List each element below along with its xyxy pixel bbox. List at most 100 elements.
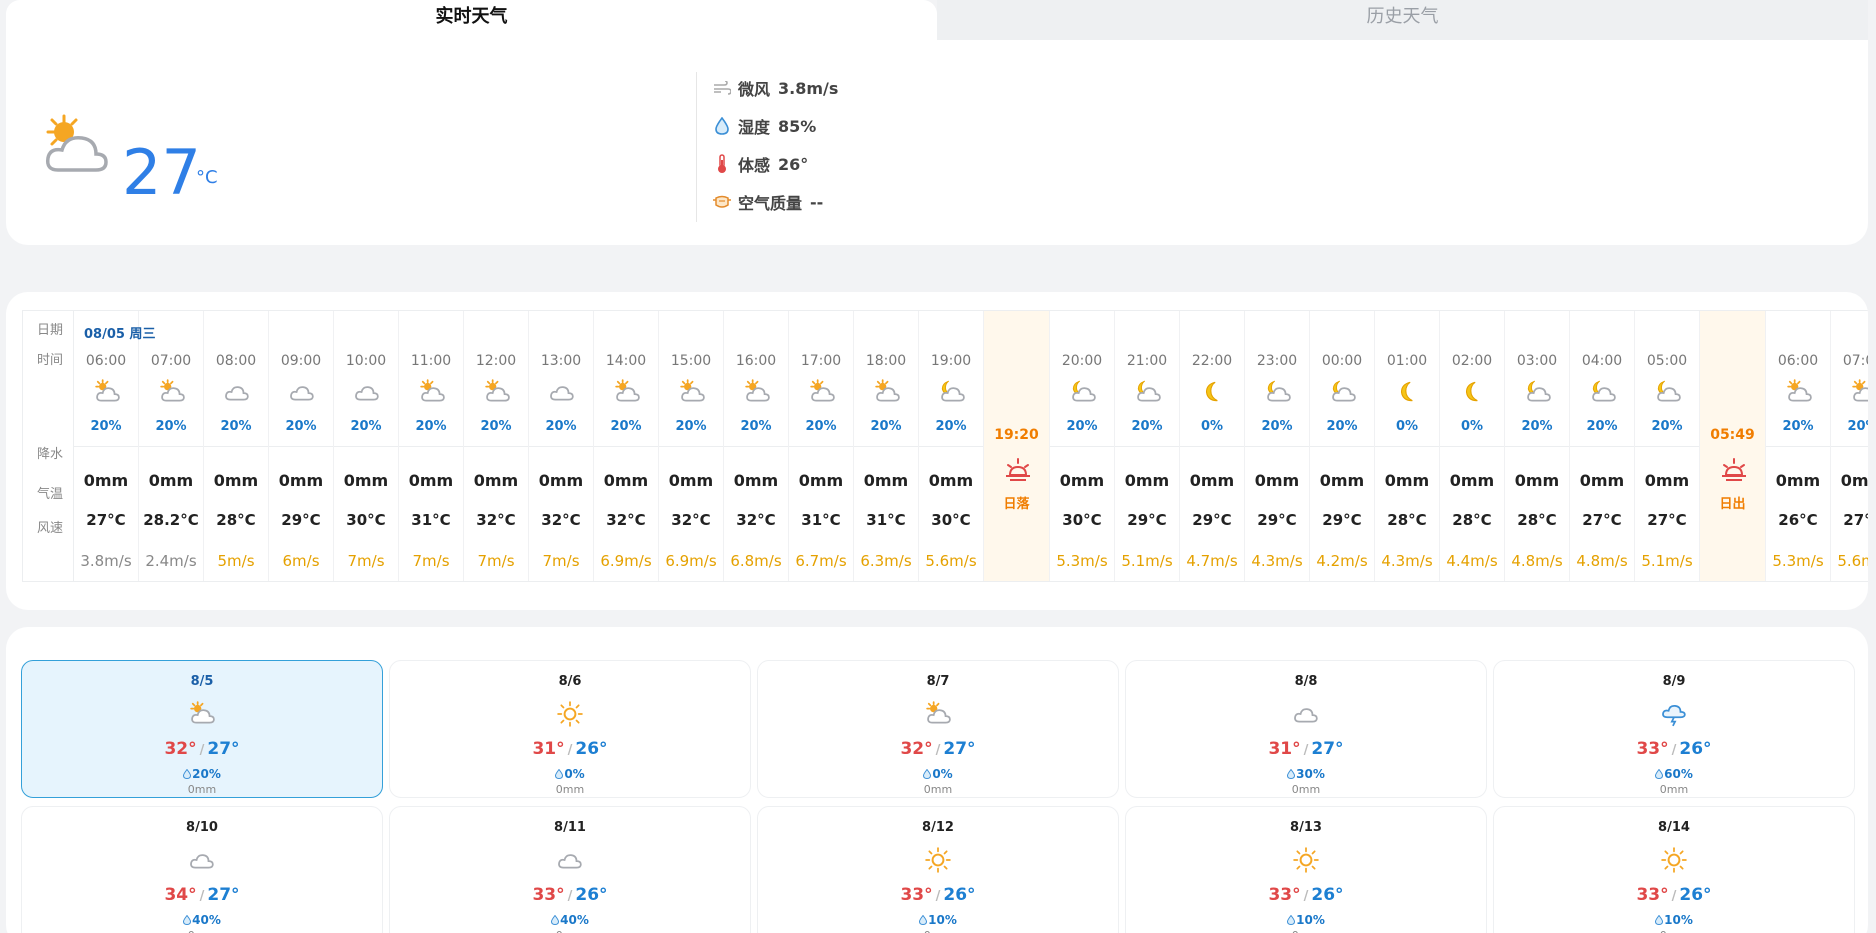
row-divider xyxy=(1766,446,1830,447)
day-precip-probability: 40% xyxy=(390,913,750,927)
metric-feels-like: 体感 26° xyxy=(712,152,808,176)
day-temp-range: 32°/27° xyxy=(758,739,1118,759)
precipitation: 0mm xyxy=(1319,471,1365,490)
partly-cloudy-day-icon xyxy=(1851,379,1868,403)
rain-drop-icon xyxy=(1655,914,1664,926)
hour-time: 17:00 xyxy=(800,353,842,369)
temperature: 31°C xyxy=(866,511,906,529)
day-pop-value: 40% xyxy=(560,913,589,927)
temperature: 28°C xyxy=(216,511,256,529)
partly-cloudy-day-icon xyxy=(189,701,217,727)
rain-drop-icon xyxy=(923,768,932,780)
clear-night-icon xyxy=(1395,379,1421,403)
row-divider xyxy=(464,446,528,447)
precip-probability: 20% xyxy=(155,419,187,434)
day-temp-range: 34°/27° xyxy=(22,885,382,905)
hour-column: 23:00 20% 0mm 29°C 4.3m/s xyxy=(1245,311,1310,581)
precipitation: 0mm xyxy=(668,471,714,490)
partly-cloudy-night-icon xyxy=(1590,379,1616,403)
slash: / xyxy=(1303,743,1309,758)
precip-probability: 20% xyxy=(1131,419,1163,434)
hour-column: 22:00 0% 0mm 29°C 4.7m/s xyxy=(1180,311,1245,581)
partly-cloudy-day-icon xyxy=(484,379,510,403)
precipitation: 0mm xyxy=(1644,471,1690,490)
precip-probability: 20% xyxy=(675,419,707,434)
wind-speed: 4.2m/s xyxy=(1316,552,1368,570)
row-label-date: 日期 xyxy=(37,323,64,338)
wind-speed: 6.9m/s xyxy=(600,552,652,570)
day-card[interactable]: 8/8 31°/27° 30% 0mm xyxy=(1125,660,1487,798)
day-precipitation: 0mm xyxy=(187,783,217,796)
cloudy-icon xyxy=(224,379,250,403)
current-temperature: 27 xyxy=(122,136,201,209)
hour-time: 07:00 xyxy=(150,353,192,369)
day-card[interactable]: 8/10 34°/27° 40% 0mm xyxy=(21,806,383,933)
precipitation: 0mm xyxy=(473,471,519,490)
row-divider xyxy=(854,446,918,447)
rain-drop-icon xyxy=(1287,914,1296,926)
day-card[interactable]: 8/9 33°/26° 60% 0mm xyxy=(1493,660,1855,798)
day-card[interactable]: 8/12 33°/26° 10% 0mm xyxy=(757,806,1119,933)
temperature: 29°C xyxy=(1192,511,1232,529)
day-temp-range: 33°/26° xyxy=(390,885,750,905)
row-divider xyxy=(594,446,658,447)
precip-probability: 0% xyxy=(1200,419,1224,434)
hour-time: 02:00 xyxy=(1451,353,1493,369)
day-card[interactable]: 8/11 33°/26° 40% 0mm xyxy=(389,806,751,933)
hour-column: 02:00 0% 0mm 28°C 4.4m/s xyxy=(1440,311,1505,581)
day-precipitation: 0mm xyxy=(923,783,953,796)
temperature: 32°C xyxy=(736,511,776,529)
slash: / xyxy=(199,743,205,758)
precip-probability: 20% xyxy=(1326,419,1358,434)
temperature: 30°C xyxy=(346,511,386,529)
row-divider xyxy=(1245,446,1309,447)
rain-drop-icon xyxy=(1287,768,1296,780)
temperature: 32°C xyxy=(606,511,646,529)
sunny-icon xyxy=(925,847,953,873)
temperature: 28°C xyxy=(1452,511,1492,529)
row-divider xyxy=(399,446,463,447)
hour-time: 05:00 xyxy=(1646,353,1688,369)
cloudy-icon xyxy=(189,847,217,873)
wind-icon xyxy=(712,78,732,98)
day-low: 27° xyxy=(207,885,240,905)
day-card[interactable]: 8/14 33°/26° 10% 0mm xyxy=(1493,806,1855,933)
day-temp-range: 33°/26° xyxy=(1126,885,1486,905)
hour-time: 06:00 xyxy=(1777,353,1819,369)
sunny-icon xyxy=(557,701,585,727)
hour-time: 08:00 xyxy=(215,353,257,369)
row-divider xyxy=(334,446,398,447)
day-date: 8/10 xyxy=(186,820,218,835)
precipitation: 0mm xyxy=(798,471,844,490)
metric-label: 湿度 xyxy=(738,118,771,137)
precip-probability: 20% xyxy=(415,419,447,434)
hour-time: 15:00 xyxy=(670,353,712,369)
day-card[interactable]: 8/6 31°/26° 0% 0mm xyxy=(389,660,751,798)
precipitation: 0mm xyxy=(343,471,389,490)
day-card[interactable]: 8/7 32°/27° 0% 0mm xyxy=(757,660,1119,798)
hour-column: 10:00 20% 0mm 30°C 7m/s xyxy=(334,311,399,581)
tab-realtime[interactable]: 实时天气 xyxy=(6,0,937,42)
temperature: 26°C xyxy=(1778,511,1818,529)
partly-cloudy-day-icon xyxy=(744,379,770,403)
day-high: 31° xyxy=(1268,739,1301,759)
day-card[interactable]: 8/5 32°/27° 20% 0mm xyxy=(21,660,383,798)
day-card[interactable]: 8/13 33°/26° 10% 0mm xyxy=(1125,806,1487,933)
hour-column: 14:00 20% 0mm 32°C 6.9m/s xyxy=(594,311,659,581)
precip-probability: 20% xyxy=(1066,419,1098,434)
day-high: 33° xyxy=(1636,885,1669,905)
precip-probability: 20% xyxy=(805,419,837,434)
row-label-time: 时间 xyxy=(37,353,64,368)
day-temp-range: 33°/26° xyxy=(1494,739,1854,759)
temperature: 27°C xyxy=(1647,511,1687,529)
precip-probability: 0% xyxy=(1460,419,1484,434)
hour-column: 13:00 20% 0mm 32°C 7m/s xyxy=(529,311,594,581)
precipitation: 0mm xyxy=(733,471,779,490)
partly-cloudy-day-icon xyxy=(159,379,185,403)
tab-history[interactable]: 历史天气 xyxy=(937,0,1868,42)
day-precip-probability: 40% xyxy=(22,913,382,927)
wind-speed: 7m/s xyxy=(542,552,580,570)
hourly-grid[interactable]: 日期 时间 降水 气温 风速 08/05 周三 06:00 20% 0mm 27°C 3.… xyxy=(22,310,1868,582)
sunrise-icon xyxy=(1720,457,1748,483)
day-pop-value: 10% xyxy=(928,913,957,927)
